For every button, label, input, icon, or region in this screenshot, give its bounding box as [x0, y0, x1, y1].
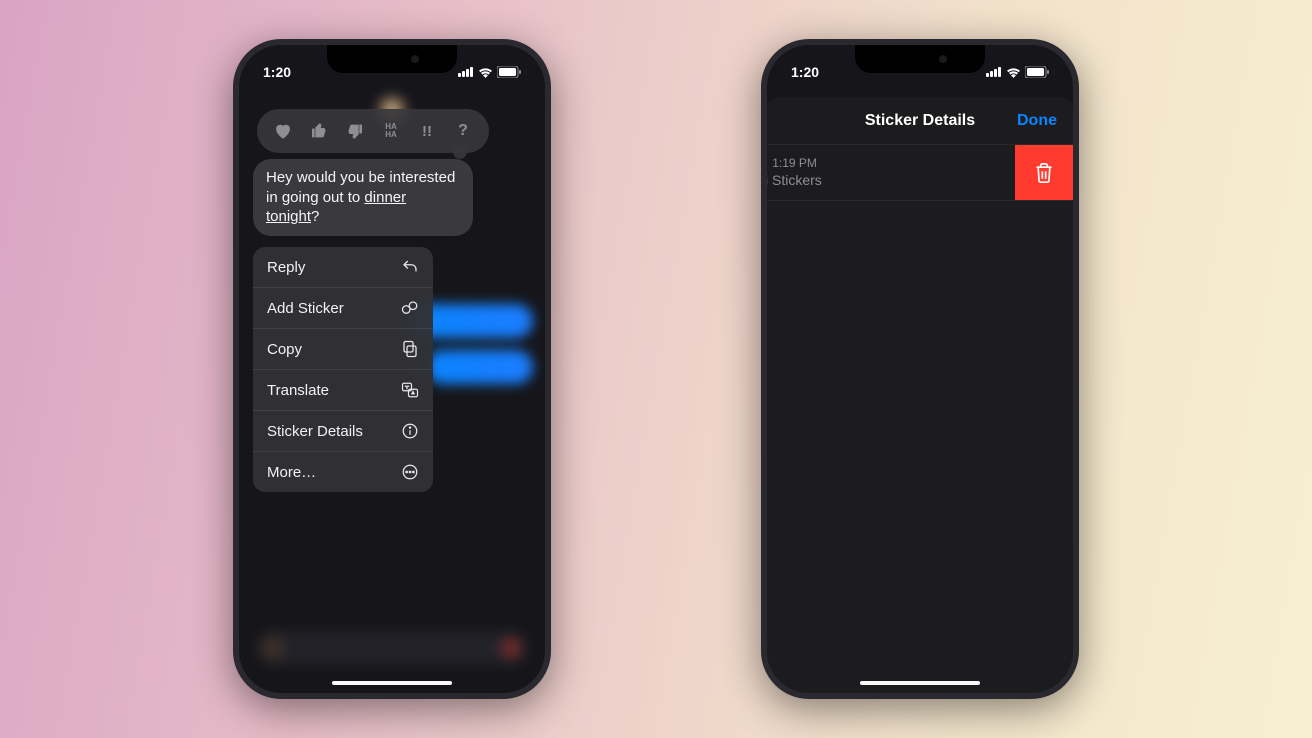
info-icon: [401, 422, 419, 440]
sticker-subtitle: Memoji Stickers: [767, 172, 1001, 188]
status-time: 1:20: [263, 64, 291, 80]
menu-add-sticker[interactable]: Add Sticker: [253, 288, 433, 329]
tapback-exclaim[interactable]: !!: [413, 117, 441, 145]
wifi-icon: [478, 67, 493, 78]
menu-more-label: More…: [267, 464, 316, 481]
message-text-1: Hey would you be interested in going out…: [266, 169, 455, 206]
menu-reply[interactable]: Reply: [253, 247, 433, 288]
context-menu: Reply Add Sticker Copy Translate Sticker…: [253, 247, 433, 492]
done-button[interactable]: Done: [1017, 112, 1057, 130]
battery-icon: [497, 66, 521, 78]
sticker-row[interactable]: Amber 1:19 PM Memoji Stickers: [767, 145, 1073, 201]
trash-icon: [1034, 162, 1054, 184]
message-underline-2: tonight: [266, 208, 311, 225]
modal-title: Sticker Details: [865, 112, 975, 130]
message-underline-1: dinner: [364, 189, 406, 206]
status-indicators: [986, 66, 1049, 78]
menu-add-sticker-label: Add Sticker: [267, 300, 344, 317]
status-time: 1:20: [791, 64, 819, 80]
menu-copy[interactable]: Copy: [253, 329, 433, 370]
tapback-bar: HAHA !! ?: [257, 109, 489, 153]
menu-copy-label: Copy: [267, 341, 302, 358]
delete-button[interactable]: [1015, 145, 1073, 200]
tapback-question[interactable]: ?: [449, 117, 477, 145]
message-bubble[interactable]: Hey would you be interested in going out…: [253, 159, 473, 236]
notch: [327, 45, 457, 73]
menu-sticker-details-label: Sticker Details: [267, 423, 363, 440]
tapback-thumbs-up[interactable]: [305, 117, 333, 145]
menu-more[interactable]: More…: [253, 452, 433, 492]
sticker-time: 1:19 PM: [772, 156, 817, 170]
home-indicator[interactable]: [860, 681, 980, 685]
tapback-heart[interactable]: [269, 117, 297, 145]
menu-translate[interactable]: Translate: [253, 370, 433, 411]
menu-translate-label: Translate: [267, 382, 329, 399]
reply-icon: [401, 258, 419, 276]
menu-reply-label: Reply: [267, 259, 305, 276]
tapback-haha[interactable]: HAHA: [377, 117, 405, 145]
sticker-details-modal: Sticker Details Done Amber 1:19 PM Memoj…: [767, 97, 1073, 693]
more-icon: [401, 463, 419, 481]
phone-left: 1:20: [233, 39, 551, 699]
tapback-thumbs-down[interactable]: [341, 117, 369, 145]
status-indicators: [458, 66, 521, 78]
phone-right: 1:20 Sticker Details Done Amber 1:19 PM …: [761, 39, 1079, 699]
wifi-icon: [1006, 67, 1021, 78]
battery-icon: [1025, 66, 1049, 78]
modal-header: Sticker Details Done: [767, 97, 1073, 145]
copy-icon: [401, 340, 419, 358]
cellular-icon: [458, 67, 474, 77]
cellular-icon: [986, 67, 1002, 77]
notch: [855, 45, 985, 73]
sticker-icon: [401, 299, 419, 317]
translate-icon: [401, 381, 419, 399]
sticker-row-content: Amber 1:19 PM Memoji Stickers: [767, 145, 1015, 200]
home-indicator[interactable]: [332, 681, 452, 685]
menu-sticker-details[interactable]: Sticker Details: [253, 411, 433, 452]
